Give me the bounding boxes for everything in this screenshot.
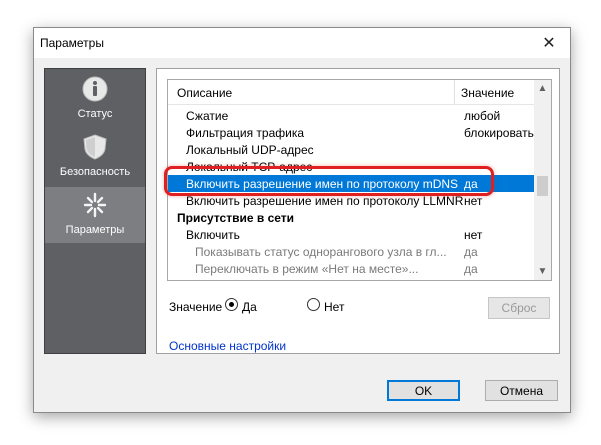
list-item-label: Сжатие [186,109,229,123]
shield-icon [83,134,107,160]
radio-no-label[interactable]: Нет [324,300,344,314]
list-item[interactable]: Переключать в режим «Нет на месте»... да [168,260,534,277]
sidebar-item-label: Безопасность [59,166,131,178]
close-button[interactable]: ✕ [528,28,570,58]
reset-button[interactable]: Сброс [488,297,550,319]
info-icon [82,76,108,102]
list-item[interactable]: Локальный UDP-адрес [168,141,534,158]
list-item-label: Локальный UDP-адрес [186,143,314,157]
sidebar-item-settings[interactable]: Параметры [45,187,145,243]
sidebar-item-security[interactable]: Безопасность [45,129,145,185]
settings-dialog: Параметры ✕ Статус Безопасность Параметр… [33,27,571,413]
list-group-label: Присутствие в сети [177,211,295,225]
list-item-label: Переключать в режим «Нет на месте»... [195,262,419,276]
list-item-label: Показывать статус однорангового узла в г… [195,245,447,259]
settings-sparkle-icon [83,192,107,218]
scroll-up-icon[interactable]: ▲ [534,80,551,97]
list-item-value: да [464,245,478,259]
column-header-value[interactable]: Значение [461,86,514,100]
radio-yes-label[interactable]: Да [242,300,257,314]
list-item-value: нет [464,228,483,242]
cancel-button[interactable]: Отмена [485,380,558,401]
list-item-label: Включить [186,228,240,242]
scroll-down-icon[interactable]: ▼ [534,263,551,280]
list-item[interactable]: Включить нет [168,226,534,243]
radio-yes[interactable] [225,298,238,311]
radio-no[interactable] [307,298,320,311]
basic-settings-link[interactable]: Основные настройки [169,339,286,353]
scrollbar-thumb[interactable] [537,176,548,196]
close-icon: ✕ [542,35,556,52]
list-item[interactable]: Сжатие любой [168,107,534,124]
value-label: Значение [169,300,223,314]
title-bar: Параметры ✕ [34,28,570,58]
list-item-value: нет [464,194,483,208]
sidebar-item-status[interactable]: Статус [45,71,145,127]
sidebar: Статус Безопасность Параметры [44,68,146,354]
list-item-value: любой [464,109,501,123]
list-item[interactable]: Фильтрация трафика блокировать [168,124,534,141]
list-item-label: Фильтрация трафика [186,126,305,140]
column-header-description[interactable]: Описание [177,86,232,100]
list-item[interactable]: Показывать статус однорангового узла в г… [168,243,534,260]
window-title: Параметры [40,36,104,50]
list-item-value: блокировать [464,126,534,140]
sidebar-item-label: Параметры [65,224,125,236]
list-item-label: Включить разрешение имен по протоколу LL… [186,194,464,208]
sidebar-item-label: Статус [77,108,113,120]
list-item-value: да [464,262,478,276]
ok-button[interactable]: OK [387,380,460,401]
column-separator[interactable] [454,80,455,104]
list-header: Описание Значение [168,80,534,105]
vertical-scrollbar[interactable]: ▲ ▼ [534,80,551,280]
highlight-annotation [164,166,494,196]
list-group-header[interactable]: Присутствие в сети [168,209,534,226]
value-selector: Значение Да Нет Сброс [169,297,550,319]
settings-panel: Описание Значение Сжатие любой Фильтраци… [156,68,560,354]
